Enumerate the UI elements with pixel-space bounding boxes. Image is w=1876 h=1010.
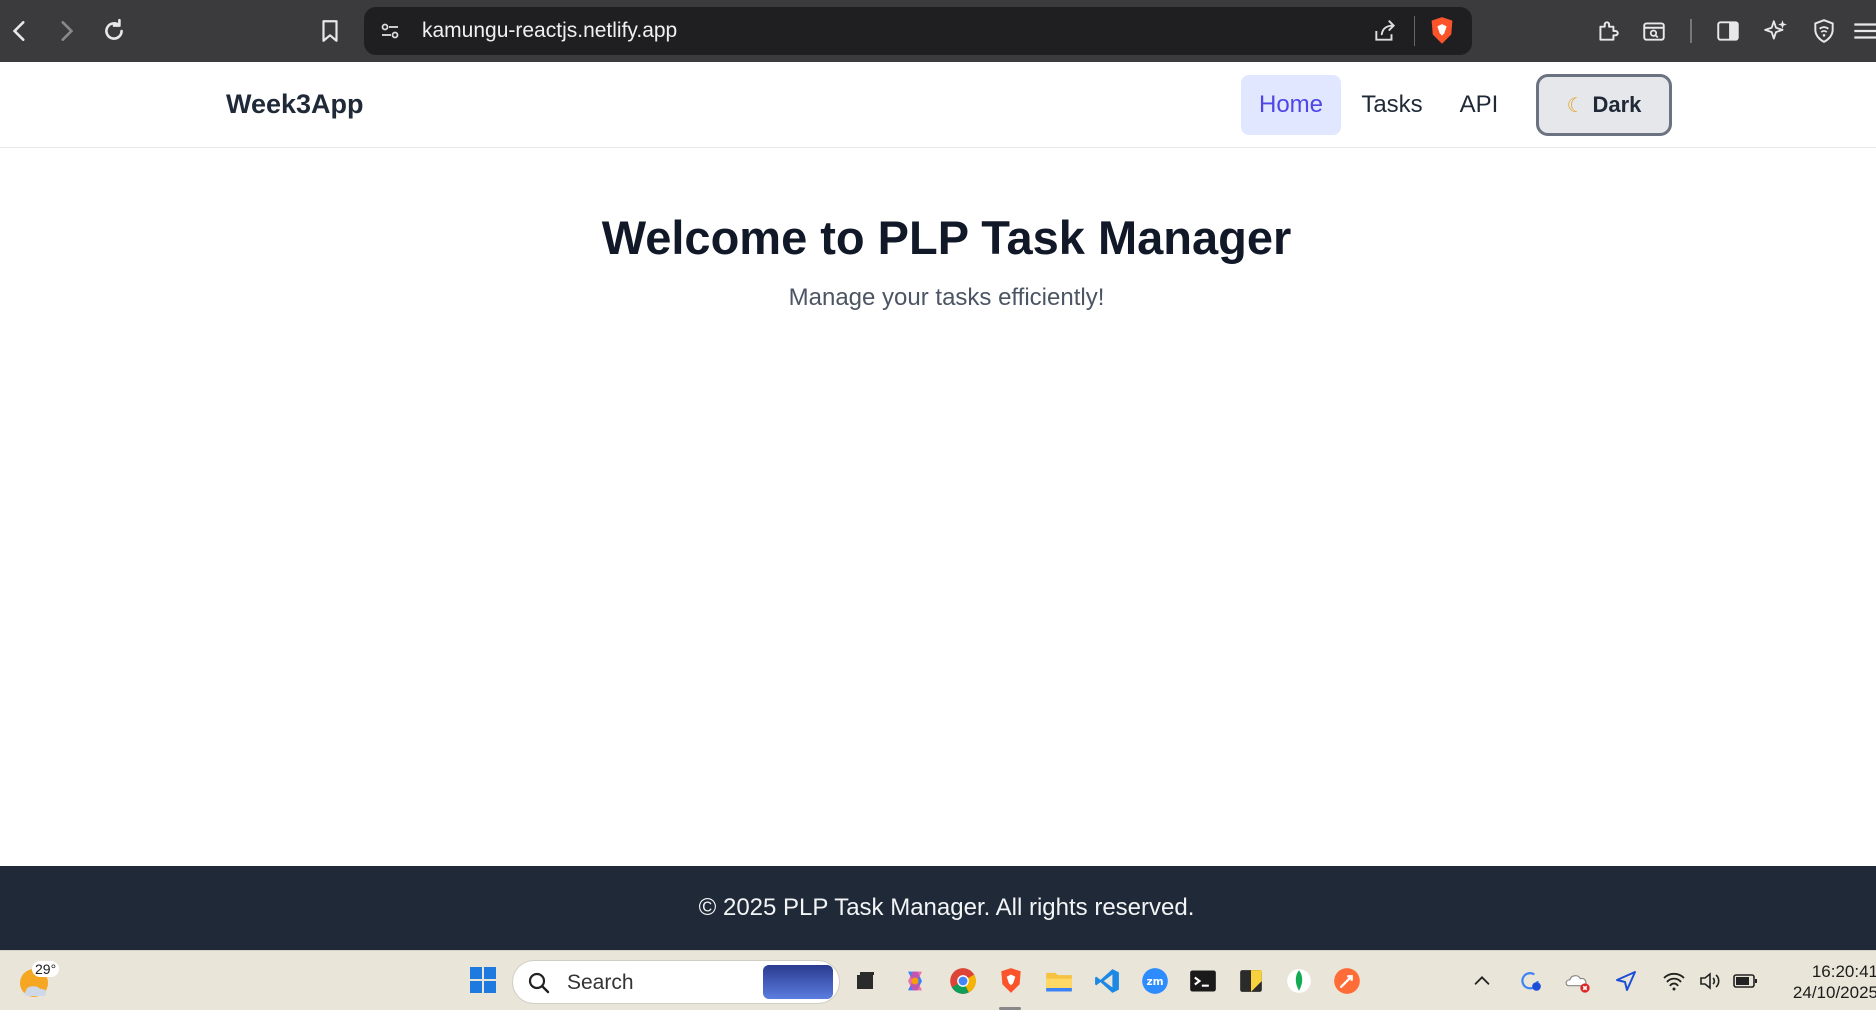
- wifi-icon[interactable]: [1658, 965, 1690, 997]
- vscode-icon[interactable]: [1091, 965, 1123, 997]
- start-button[interactable]: [470, 967, 496, 993]
- windows-logo-icon: [484, 981, 496, 993]
- share-icon[interactable]: [1372, 18, 1398, 49]
- postman-icon[interactable]: [1331, 965, 1363, 997]
- theme-toggle-label: Dark: [1592, 92, 1642, 117]
- forward-button[interactable]: [48, 13, 84, 49]
- moon-icon: ☾: [1566, 94, 1585, 117]
- sticky-notes-icon[interactable]: [1235, 965, 1267, 997]
- address-bar[interactable]: kamungu-reactjs.netlify.app: [364, 7, 1472, 55]
- taskbar-search[interactable]: Search: [512, 960, 840, 1004]
- system-clock[interactable]: 16:20:41 24/10/2025: [1778, 961, 1876, 1003]
- search-icon: [528, 972, 550, 994]
- windows-logo-icon: [470, 981, 482, 993]
- search-highlight-image: [763, 965, 833, 999]
- copilot-icon[interactable]: [899, 965, 931, 997]
- footer-copyright: © 2025 PLP Task Manager. All rights rese…: [698, 894, 1195, 921]
- vpn-shield-icon: [1814, 19, 1834, 43]
- web-page: Week3App Home Tasks API ☾ Dark Welcome t…: [0, 62, 1876, 950]
- nav-link-home[interactable]: Home: [1241, 75, 1341, 135]
- navbar: Week3App Home Tasks API ☾ Dark: [0, 62, 1876, 148]
- chevron-left-icon: [12, 21, 25, 41]
- onedrive-icon[interactable]: [1562, 965, 1594, 997]
- mongodb-icon[interactable]: [1283, 965, 1315, 997]
- site-settings-icon[interactable]: [378, 19, 402, 48]
- nav-link-api[interactable]: API: [1443, 75, 1515, 135]
- windows-logo-icon: [470, 967, 482, 979]
- chevron-up-icon[interactable]: [1466, 965, 1498, 997]
- hamburger-icon: [1854, 23, 1876, 39]
- reload-button[interactable]: [96, 13, 132, 49]
- bookmark-icon: [322, 20, 338, 42]
- footer: © 2025 PLP Task Manager. All rights rese…: [0, 866, 1876, 950]
- tab-search-button[interactable]: [1636, 13, 1672, 49]
- divider: [1414, 16, 1415, 46]
- location-icon[interactable]: [1610, 965, 1642, 997]
- chevron-right-icon: [61, 21, 74, 41]
- reload-icon: [105, 18, 123, 40]
- puzzle-icon: [1599, 21, 1619, 41]
- weather-temperature: 29°: [32, 961, 60, 977]
- sparkle-icon: [1764, 20, 1787, 40]
- extensions-button[interactable]: [1590, 13, 1626, 49]
- task-view-icon[interactable]: [849, 965, 881, 997]
- file-explorer-icon[interactable]: [1043, 965, 1075, 997]
- page-subtitle: Manage your tasks efficiently!: [788, 284, 1105, 311]
- taskbar: 29° Search zm 16:20:41 24/10/2025: [0, 950, 1876, 1010]
- menu-button[interactable]: [1850, 13, 1876, 49]
- svg-text:zm: zm: [1146, 976, 1163, 988]
- nav-link-tasks[interactable]: Tasks: [1351, 75, 1433, 135]
- back-button[interactable]: [2, 13, 38, 49]
- theme-toggle-button[interactable]: ☾ Dark: [1536, 74, 1672, 136]
- page-title: Welcome to PLP Task Manager: [601, 211, 1292, 264]
- search-placeholder: Search: [567, 971, 634, 994]
- brave-icon[interactable]: [995, 965, 1027, 997]
- terminal-icon[interactable]: [1187, 965, 1219, 997]
- clock-date: 24/10/2025: [1792, 983, 1876, 1002]
- sidebar-icon: [1717, 21, 1739, 41]
- brave-shields-icon[interactable]: [1428, 16, 1456, 51]
- volume-icon[interactable]: [1694, 965, 1726, 997]
- tab-search-icon: [1643, 22, 1665, 41]
- brand-logo[interactable]: Week3App: [226, 89, 364, 120]
- windows-logo-icon: [484, 967, 496, 979]
- sidebar-button[interactable]: [1710, 13, 1746, 49]
- vpn-button[interactable]: [1806, 13, 1842, 49]
- bookmark-button[interactable]: [312, 13, 348, 49]
- leo-ai-button[interactable]: [1758, 13, 1794, 49]
- zoom-icon[interactable]: zm: [1139, 965, 1171, 997]
- clock-time: 16:20:41: [1811, 962, 1876, 981]
- chrome-icon[interactable]: [947, 965, 979, 997]
- url-text[interactable]: kamungu-reactjs.netlify.app: [422, 19, 677, 43]
- battery-icon[interactable]: [1730, 965, 1762, 997]
- sync-icon[interactable]: [1514, 965, 1546, 997]
- divider: [1690, 19, 1692, 43]
- browser-toolbar: kamungu-reactjs.netlify.app: [0, 0, 1876, 62]
